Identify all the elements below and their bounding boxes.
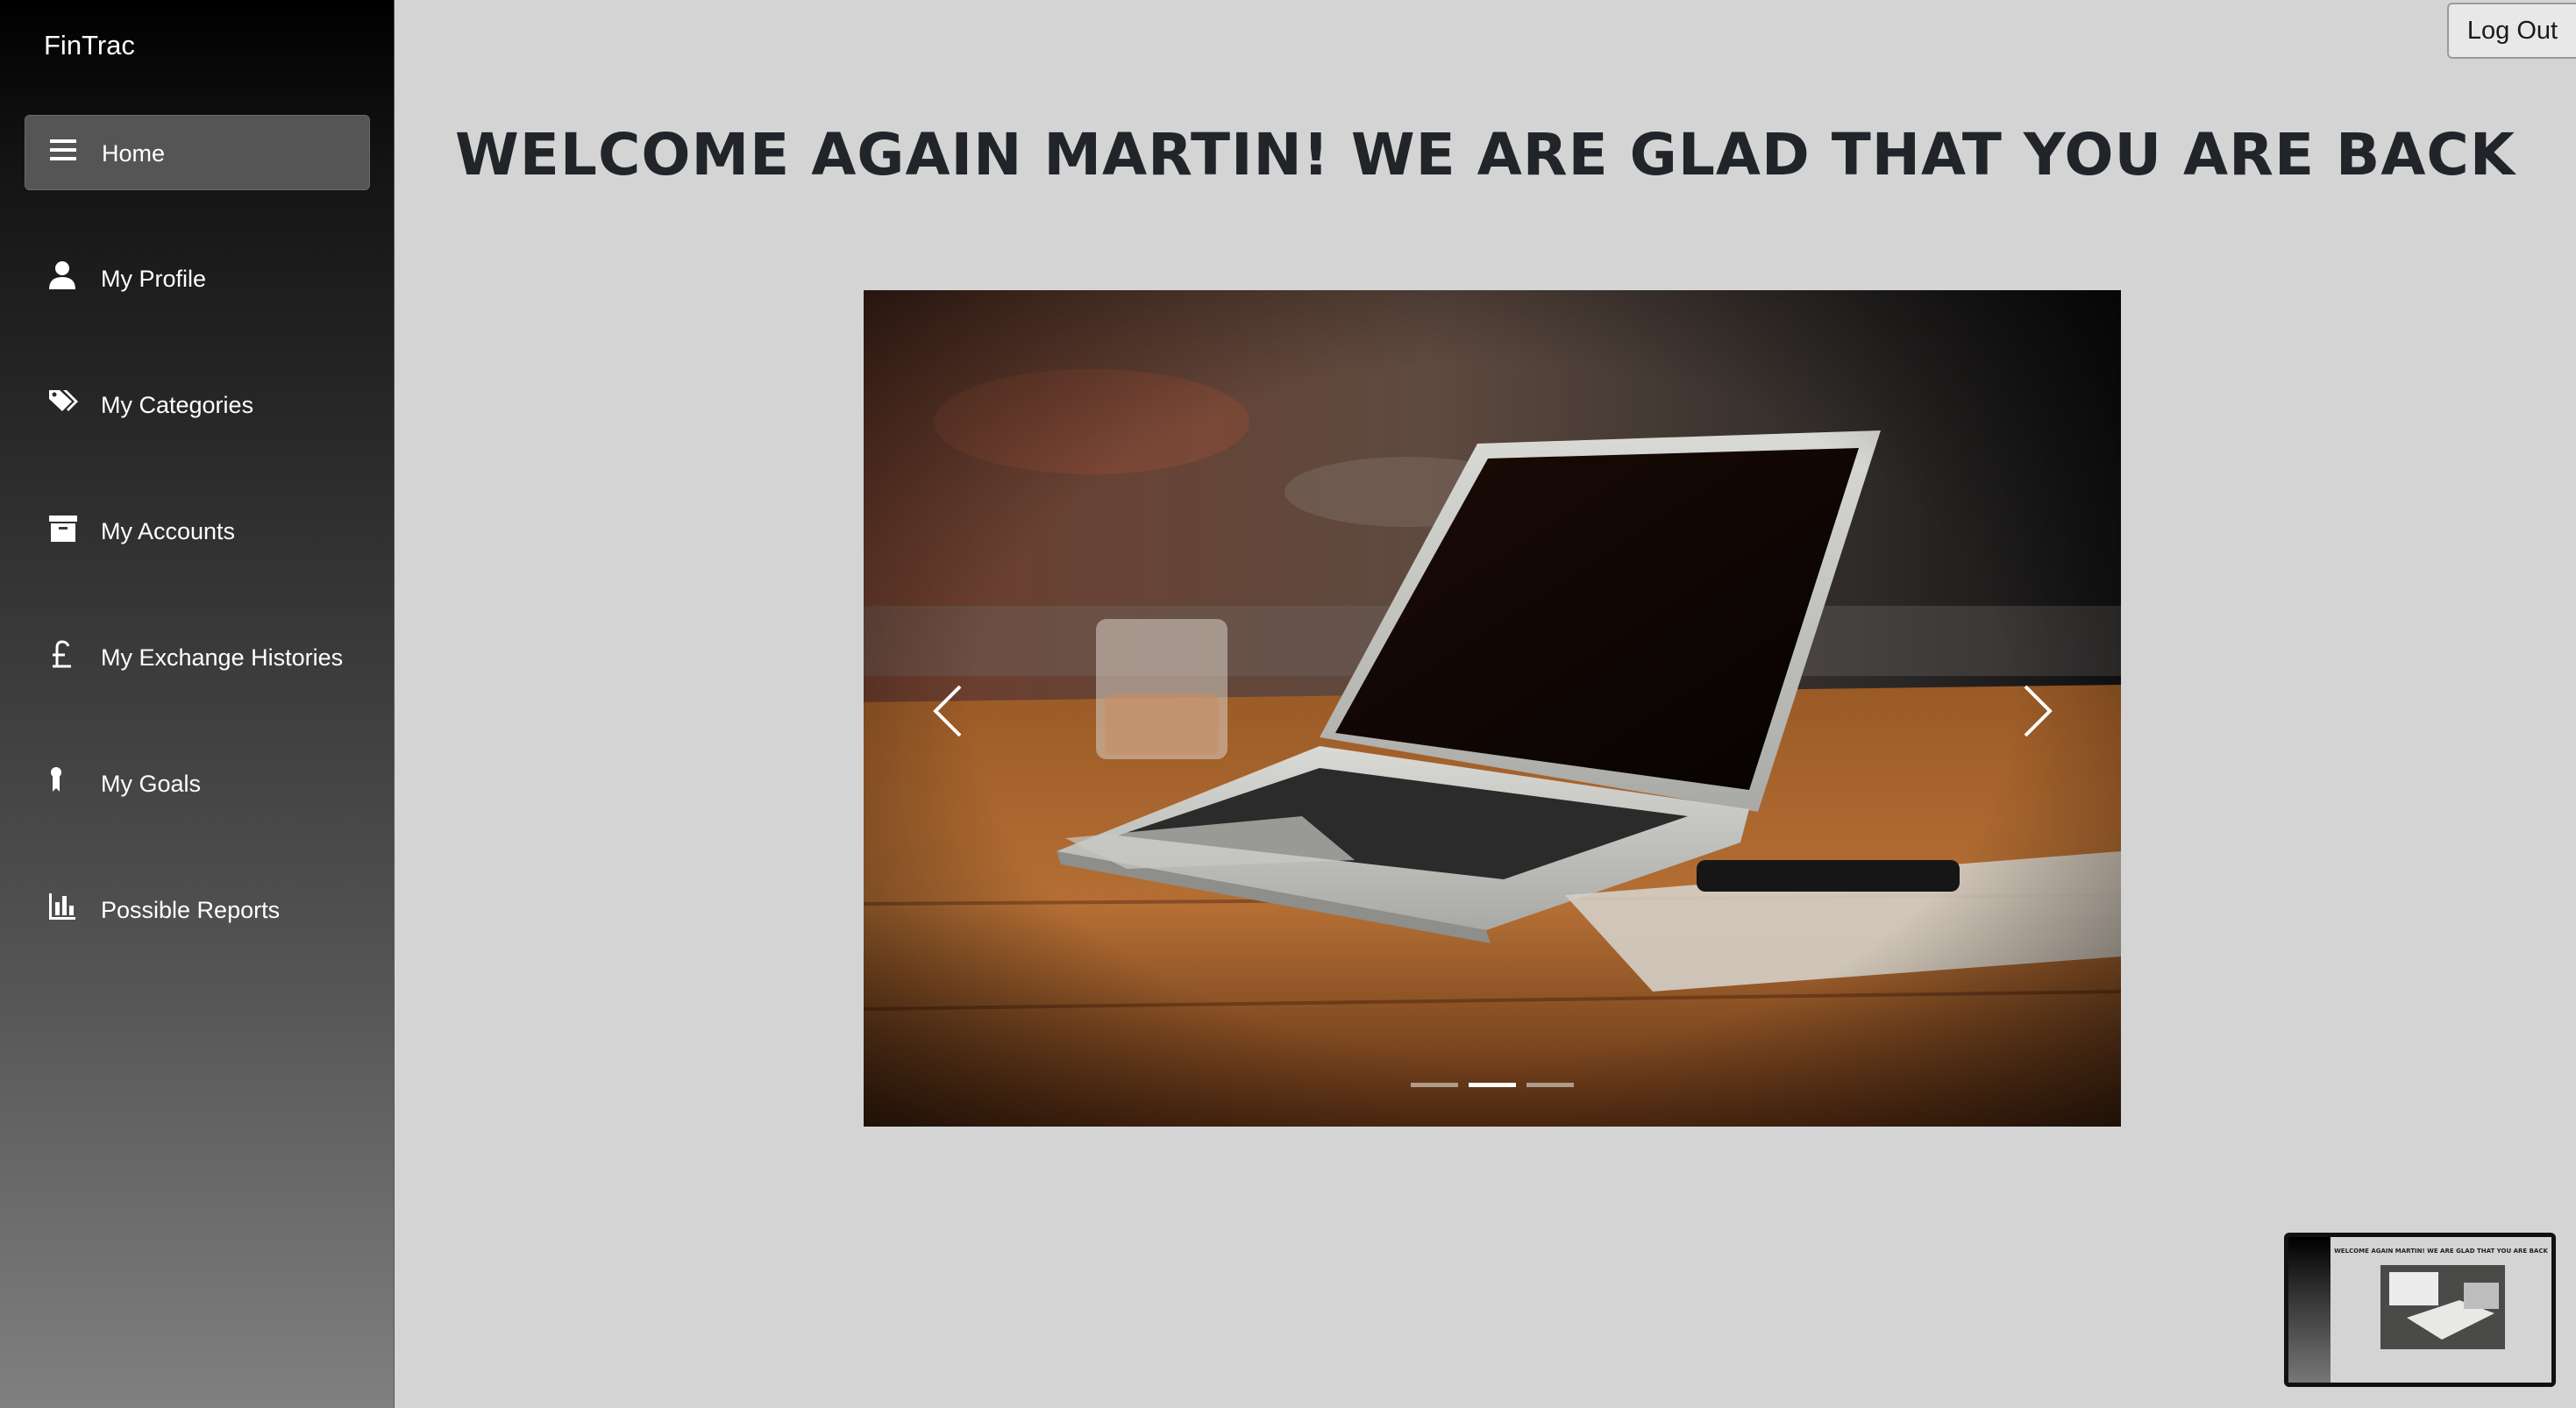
nav-label-my-goals: My Goals [101,771,202,797]
brand-logo[interactable]: FinTrac [44,30,135,61]
image-carousel[interactable] [864,290,2121,1127]
tags-icon [49,390,78,411]
carousel-prev-arrow-icon[interactable] [916,676,978,746]
carousel-next-arrow-icon[interactable] [2008,676,2069,746]
logout-button[interactable]: Log Out [2447,3,2576,59]
carousel-indicator-3[interactable] [1526,1083,1574,1087]
nav-item-home[interactable]: Home [25,115,370,190]
screenshot-thumbnail[interactable]: WELCOME AGAIN MARTIN! WE ARE GLAD THAT Y… [2284,1233,2556,1387]
thumbnail-title: WELCOME AGAIN MARTIN! WE ARE GLAD THAT Y… [2334,1248,2548,1255]
nav-item-possible-reports[interactable]: Possible Reports [25,872,370,948]
nav-item-my-accounts[interactable]: My Accounts [25,494,370,569]
nav-label-my-exchange-histories: My Exchange Histories [101,644,344,671]
bar-chart-icon [49,893,75,920]
carousel-indicator-2[interactable] [1469,1083,1516,1087]
nav-label-my-profile: My Profile [101,266,207,292]
award-icon [51,767,61,792]
nav-label-my-categories: My Categories [101,392,254,418]
pound-icon [53,640,71,668]
carousel-slide-image [864,290,2121,1127]
nav-label-possible-reports: Possible Reports [101,897,281,923]
carousel-indicator-1[interactable] [1411,1083,1458,1087]
sidebar: FinTrac Home My Profile My Categories My… [0,0,395,1408]
nav-item-my-exchange-histories[interactable]: My Exchange Histories [25,620,370,695]
welcome-heading: WELCOME AGAIN MARTIN! WE ARE GLAD THAT Y… [455,121,2516,188]
thumbnail-image [2380,1265,2505,1349]
thumbnail-sidebar [2288,1237,2330,1383]
carousel-indicators [1411,1083,1574,1087]
menu-icon [50,139,76,160]
nav-label-my-accounts: My Accounts [101,518,236,544]
nav-label-home: Home [102,140,166,167]
thumbnail-preview: WELCOME AGAIN MARTIN! WE ARE GLAD THAT Y… [2288,1237,2551,1383]
nav-item-my-profile[interactable]: My Profile [25,241,370,316]
user-icon [49,261,75,289]
nav-item-my-categories[interactable]: My Categories [25,367,370,443]
archive-icon [49,516,77,542]
nav-item-my-goals[interactable]: My Goals [25,746,370,821]
